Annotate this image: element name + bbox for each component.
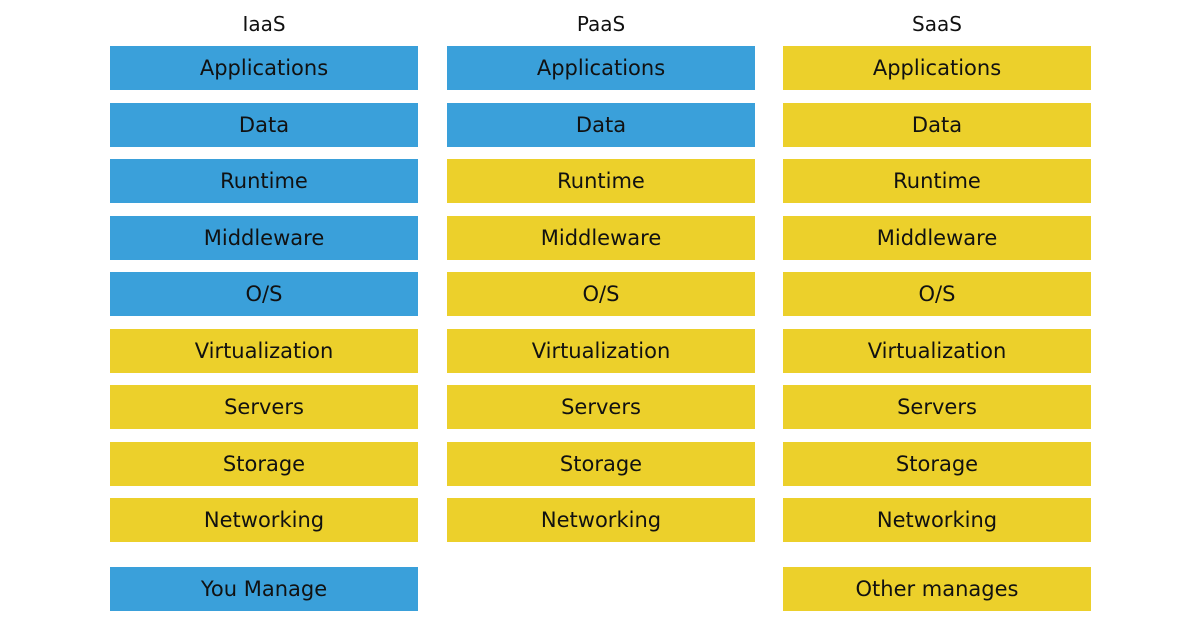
column-title: PaaS xyxy=(576,12,626,36)
layer-applications: Applications xyxy=(783,46,1091,90)
layer-data: Data xyxy=(783,103,1091,147)
layer-os: O/S xyxy=(783,272,1091,316)
legend-you-manage: You Manage xyxy=(110,567,418,611)
layer-middleware: Middleware xyxy=(110,216,418,260)
layer-os: O/S xyxy=(110,272,418,316)
layer-middleware: Middleware xyxy=(447,216,755,260)
layer-servers: Servers xyxy=(447,385,755,429)
layer-servers: Servers xyxy=(110,385,418,429)
layer-runtime: Runtime xyxy=(783,159,1091,203)
layer-virtualization: Virtualization xyxy=(447,329,755,373)
legend-other-manages: Other manages xyxy=(783,567,1091,611)
layer-servers: Servers xyxy=(783,385,1091,429)
layer-data: Data xyxy=(447,103,755,147)
layer-applications: Applications xyxy=(447,46,755,90)
layer-virtualization: Virtualization xyxy=(783,329,1091,373)
layer-middleware: Middleware xyxy=(783,216,1091,260)
column-title: SaaS xyxy=(912,12,962,36)
layer-storage: Storage xyxy=(110,442,418,486)
layer-networking: Networking xyxy=(447,498,755,542)
layer-storage: Storage xyxy=(783,442,1091,486)
layer-storage: Storage xyxy=(447,442,755,486)
layer-networking: Networking xyxy=(783,498,1091,542)
layer-runtime: Runtime xyxy=(447,159,755,203)
layer-networking: Networking xyxy=(110,498,418,542)
layer-os: O/S xyxy=(447,272,755,316)
layer-applications: Applications xyxy=(110,46,418,90)
layer-data: Data xyxy=(110,103,418,147)
column-title: IaaS xyxy=(242,12,286,36)
layer-virtualization: Virtualization xyxy=(110,329,418,373)
layer-runtime: Runtime xyxy=(110,159,418,203)
